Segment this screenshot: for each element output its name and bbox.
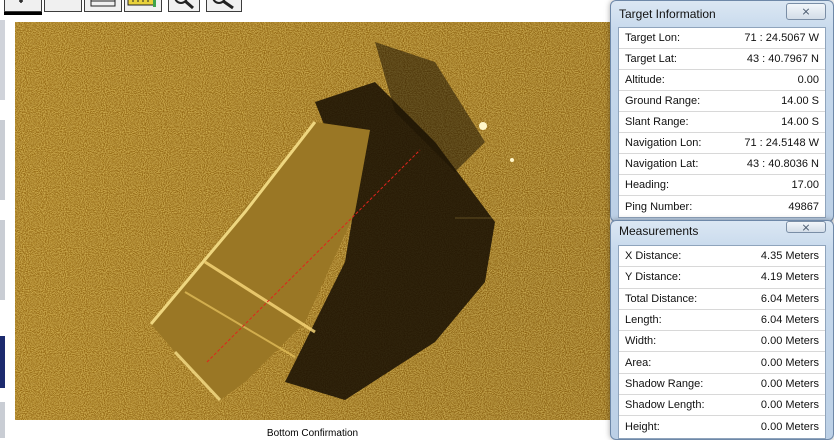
zoom-out-icon[interactable] — [206, 0, 242, 12]
row-label: Heading: — [625, 179, 670, 191]
target-information-window: Target Information ⨯ Target Lon: 71 : 24.… — [610, 0, 834, 222]
target-info-table: Target Lon: 71 : 24.5067 W Target Lat: 43 :… — [618, 27, 826, 218]
close-icon[interactable]: ⨯ — [786, 3, 826, 20]
row-value: 0.00 Meters — [760, 399, 819, 412]
side-panel-segment — [0, 220, 5, 300]
window-title: Measurements — [619, 224, 699, 238]
window-title: Target Information — [619, 7, 716, 21]
row-label: Navigation Lon: — [625, 137, 702, 149]
row-value: 0.00 Meters — [760, 356, 819, 369]
table-row: Width: 0.00 Meters — [619, 331, 825, 353]
row-value: 4.19 Meters — [760, 271, 819, 284]
row-value: 49867 — [788, 200, 819, 213]
table-row: Altitude: 0.00 — [619, 70, 825, 91]
row-label: Ping Number: — [625, 200, 693, 213]
row-label: Ground Range: — [625, 95, 701, 107]
row-label: Altitude: — [625, 74, 665, 86]
row-label: X Distance: — [625, 250, 682, 263]
row-value: 0.00 — [797, 74, 819, 86]
row-label: Shadow Range: — [625, 377, 704, 390]
row-value: 0.00 Meters — [760, 335, 819, 348]
table-tool-icon[interactable] — [84, 0, 122, 12]
row-value: 6.04 Meters — [760, 314, 819, 327]
table-row: Length: 6.04 Meters — [619, 310, 825, 332]
table-row: Shadow Length: 0.00 Meters — [619, 395, 825, 417]
toolbar — [0, 0, 300, 16]
row-label: Length: — [625, 314, 662, 327]
table-row: Ping Number: 49867 — [619, 196, 825, 217]
target-reflection — [479, 122, 487, 130]
sonar-image[interactable] — [15, 22, 610, 420]
target-reflection — [510, 158, 514, 162]
measurements-window: Measurements ⨯ X Distance: 4.35 Meters Y D… — [610, 220, 834, 440]
table-row: Target Lon: 71 : 24.5067 W — [619, 28, 825, 49]
row-value: 71 : 24.5148 W — [744, 137, 819, 149]
table-row: Navigation Lon: 71 : 24.5148 W — [619, 133, 825, 154]
row-value: 0.00 Meters — [760, 421, 819, 434]
window-tool-icon[interactable] — [44, 0, 82, 12]
table-row: Total Distance: 6.04 Meters — [619, 289, 825, 310]
active-tool-indicator — [4, 12, 42, 15]
side-panel-edge — [0, 20, 5, 438]
table-row: Y Distance: 4.19 Meters — [619, 267, 825, 289]
table-row: Area: 0.00 Meters — [619, 353, 825, 374]
row-value: 17.00 — [791, 179, 819, 191]
row-label: Target Lat: — [625, 53, 677, 65]
row-value: 43 : 40.8036 N — [746, 158, 819, 170]
sonar-image-view[interactable] — [15, 22, 610, 420]
cursor-tool-icon[interactable] — [4, 0, 42, 12]
table-row: Shadow Range: 0.00 Meters — [619, 374, 825, 396]
row-value: 43 : 40.7967 N — [746, 53, 819, 65]
table-row: Height: 0.00 Meters — [619, 416, 825, 437]
row-label: Slant Range: — [625, 116, 689, 128]
row-value: 0.00 Meters — [760, 377, 819, 390]
table-row: Ground Range: 14.00 S — [619, 91, 825, 112]
row-label: Shadow Length: — [625, 399, 705, 412]
table-row: Slant Range: 14.00 S — [619, 112, 825, 133]
ruler-icon[interactable] — [124, 0, 162, 12]
side-panel-accent — [0, 336, 5, 388]
row-value: 71 : 24.5067 W — [744, 32, 819, 44]
measurements-table: X Distance: 4.35 Meters Y Distance: 4.19 Me… — [618, 245, 826, 439]
row-label: Width: — [625, 335, 657, 348]
row-value: 6.04 Meters — [760, 292, 819, 305]
row-label: Total Distance: — [625, 292, 698, 305]
row-value: 14.00 S — [781, 95, 819, 107]
row-value: 14.00 S — [781, 116, 819, 128]
row-label: Area: — [625, 356, 652, 369]
row-label: Navigation Lat: — [625, 158, 699, 170]
table-row: Target Lat: 43 : 40.7967 N — [619, 49, 825, 70]
zoom-in-icon[interactable] — [168, 0, 200, 12]
row-value: 4.35 Meters — [760, 250, 819, 263]
row-label: Y Distance: — [625, 271, 682, 284]
side-panel-segment — [0, 402, 5, 438]
side-panel-segment — [0, 20, 5, 100]
side-panel-segment — [0, 120, 5, 200]
row-label: Target Lon: — [625, 32, 681, 44]
table-row: Navigation Lat: 43 : 40.8036 N — [619, 154, 825, 175]
table-row: Heading: 17.00 — [619, 175, 825, 196]
table-row: X Distance: 4.35 Meters — [619, 246, 825, 268]
sonar-caption: Bottom Confirmation — [266, 428, 359, 439]
close-icon[interactable]: ⨯ — [786, 221, 826, 234]
row-label: Height: — [625, 421, 660, 434]
